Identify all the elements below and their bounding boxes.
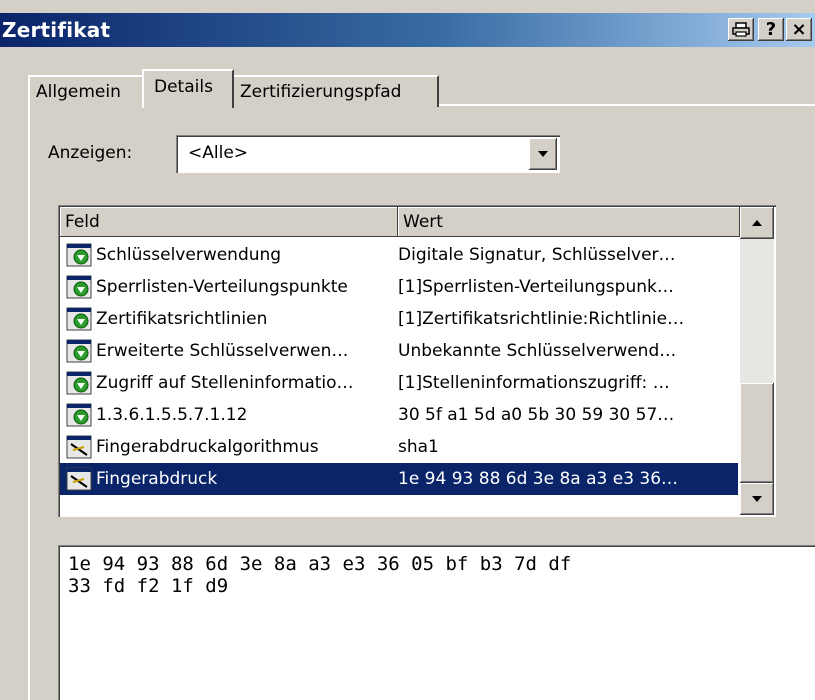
tab-label: Details [154, 77, 213, 97]
fields-list[interactable]: Feld Wert Schlüsselverwendung Digitale S… [58, 205, 776, 517]
vertical-scrollbar[interactable] [740, 207, 774, 515]
field-value: 30 5f a1 5d a0 5b 30 59 30 57… [398, 405, 675, 425]
close-button[interactable]: × [786, 18, 812, 41]
print-button[interactable] [728, 18, 754, 41]
list-item[interactable]: Zertifikatsrichtlinien [1]Zertifikatsric… [60, 303, 738, 335]
tab-details[interactable]: Details [142, 69, 234, 108]
printer-icon [732, 22, 750, 37]
column-header-value[interactable]: Wert [398, 207, 740, 237]
tab-allgemein[interactable]: Allgemein [28, 75, 144, 107]
scroll-down-button[interactable] [740, 483, 774, 515]
show-dropdown[interactable]: <Alle> [176, 135, 560, 173]
value-line-1: 1e 94 93 88 6d 3e 8a a3 e3 36 05 bf b3 7… [68, 553, 572, 575]
field-name: Sperrlisten-Verteilungspunkte [96, 277, 348, 297]
value-line-2: 33 fd f2 1f d9 [68, 575, 229, 597]
field-name: Schlüsselverwendung [96, 245, 282, 265]
title-bar[interactable]: Zertifikat ? × [0, 13, 815, 47]
show-label: Anzeigen: [48, 143, 133, 163]
dropdown-button[interactable] [529, 138, 557, 170]
extension-icon [66, 339, 92, 363]
show-dropdown-value: <Alle> [188, 143, 249, 163]
help-icon: ? [765, 19, 777, 40]
scroll-up-button[interactable] [740, 207, 774, 239]
field-value: [1]Stelleninformationszugriff: … [398, 373, 670, 393]
extension-icon [66, 307, 92, 331]
field-value: [1]Zertifikatsrichtlinie:Richtlinie… [398, 309, 685, 329]
value-detail-box[interactable]: 1e 94 93 88 6d 3e 8a a3 e3 36 05 bf b3 7… [58, 545, 815, 700]
property-icon [66, 435, 92, 459]
field-value: [1]Sperrlisten-Verteilungspunk… [398, 277, 674, 297]
field-name: 1.3.6.1.5.5.7.1.12 [96, 405, 248, 425]
field-value: Digitale Signatur, Schlüsselver… [398, 245, 676, 265]
field-value: Unbekannte Schlüsselverwend… [398, 341, 677, 361]
tab-label: Zertifizierungspfad [240, 82, 402, 102]
list-item[interactable]: Zugriff auf Stelleninformatio… [1]Stelle… [60, 367, 738, 399]
close-icon: × [791, 19, 807, 40]
list-item[interactable]: 1.3.6.1.5.5.7.1.12 30 5f a1 5d a0 5b 30 … [60, 399, 738, 431]
tab-zertifizierungspfad[interactable]: Zertifizierungspfad [232, 75, 439, 107]
chevron-down-icon [538, 151, 548, 157]
field-name: Zertifikatsrichtlinien [96, 309, 268, 329]
window-title: Zertifikat [2, 18, 111, 42]
field-name: Fingerabdruckalgorithmus [96, 437, 319, 457]
help-button[interactable]: ? [758, 18, 784, 41]
list-item[interactable]: Fingerabdruckalgorithmus sha1 [60, 431, 738, 463]
certificate-dialog: Zertifikat ? × Allgemein Details Zertifi… [0, 0, 815, 700]
tab-label: Allgemein [36, 82, 121, 102]
extension-icon [66, 243, 92, 267]
extension-icon [66, 403, 92, 427]
extension-icon [66, 275, 92, 299]
field-name: Fingerabdruck [96, 469, 218, 489]
chevron-down-icon [752, 496, 762, 502]
scroll-thumb[interactable] [740, 383, 774, 483]
list-item[interactable]: Erweiterte Schlüsselverwen… Unbekannte S… [60, 335, 738, 367]
field-name: Erweiterte Schlüsselverwen… [96, 341, 349, 361]
value-detail-text: 1e 94 93 88 6d 3e 8a a3 e3 36 05 bf b3 7… [68, 553, 571, 597]
field-name: Zugriff auf Stelleninformatio… [96, 373, 354, 393]
extension-icon [66, 371, 92, 395]
field-value: sha1 [398, 437, 439, 457]
list-item[interactable]: Sperrlisten-Verteilungspunkte [1]Sperrli… [60, 271, 738, 303]
property-icon [66, 467, 92, 491]
list-item-selected[interactable]: Fingerabdruck 1e 94 93 88 6d 3e 8a a3 e3… [60, 463, 738, 495]
column-header-field[interactable]: Feld [60, 207, 398, 237]
list-item[interactable]: Schlüsselverwendung Digitale Signatur, S… [60, 239, 738, 271]
field-value: 1e 94 93 88 6d 3e 8a a3 e3 36… [398, 469, 679, 489]
chevron-up-icon [752, 220, 762, 226]
